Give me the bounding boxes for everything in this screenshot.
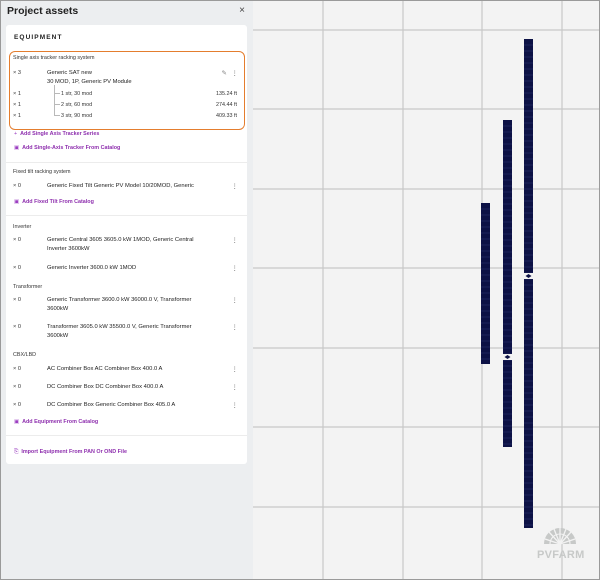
fixed-tilt-item[interactable]: Generic Fixed Tilt Generic PV Model 10/2… xyxy=(47,182,194,191)
sat-row-length: 135.24 ft xyxy=(216,91,237,97)
app-window: Project assets × EQUIPMENT Single axis t… xyxy=(0,0,600,580)
tracker-row[interactable] xyxy=(481,203,490,364)
inverter-name: Generic Central 3605 3605.0 kW 1MOD, Gen… xyxy=(47,237,194,243)
sat-row-label: 2 str, 60 mod xyxy=(61,102,93,108)
tracker-row[interactable] xyxy=(502,120,513,447)
inverter-item[interactable]: Generic Central 3605 3605.0 kW 1MOD, Gen… xyxy=(47,236,194,254)
add-fixed-tilt-from-catalog-link[interactable]: ▣ Add Fixed Tilt From Catalog xyxy=(14,199,94,205)
transformer-item[interactable]: Transformer 3605.0 kW 35500.0 V, Generic… xyxy=(47,323,192,341)
kebab-menu-icon[interactable]: ⋮ xyxy=(232,365,239,373)
layout-map-canvas[interactable]: PVFARM xyxy=(253,1,599,579)
sun-logo-icon xyxy=(544,528,576,545)
tree-connector xyxy=(54,105,60,116)
close-panel-button[interactable]: × xyxy=(239,5,245,16)
import-file-icon: ⎘ xyxy=(14,449,19,455)
add-fixed-tilt-label: Add Fixed Tilt From Catalog xyxy=(22,199,94,205)
add-sat-series-link[interactable]: + Add Single Axis Tracker Series xyxy=(14,131,99,137)
inverter-item[interactable]: Generic Inverter 3600.0 kW 1MOD xyxy=(47,264,136,273)
cbx-item[interactable]: DC Combiner Box DC Combiner Box 400.0 A xyxy=(47,383,163,392)
sat-highlight-box xyxy=(9,51,245,130)
add-sat-catalog-label: Add Single-Axis Tracker From Catalog xyxy=(22,145,121,151)
tracker-row[interactable] xyxy=(523,39,534,528)
kebab-menu-icon[interactable]: ⋮ xyxy=(232,401,239,409)
fixed-tilt-qty: × 0 xyxy=(13,183,21,189)
cbx-item[interactable]: DC Combiner Box Generic Combiner Box 405… xyxy=(47,401,175,410)
map-grid xyxy=(253,1,599,579)
inverter-qty: × 0 xyxy=(13,265,21,271)
transformer-qty: × 0 xyxy=(13,297,21,303)
add-equipment-from-catalog-link[interactable]: ▣ Add Equipment From Catalog xyxy=(14,419,98,425)
sat-row-qty: × 1 xyxy=(13,102,21,108)
kebab-menu-icon[interactable]: ⋮ xyxy=(232,264,239,272)
sat-row-label: 1 str, 30 mod xyxy=(61,91,93,97)
kebab-menu-icon[interactable]: ⋮ xyxy=(232,69,239,77)
kebab-menu-icon[interactable]: ⋮ xyxy=(232,323,239,331)
catalog-icon: ▣ xyxy=(14,419,20,425)
fixed-tilt-section-title: Fixed tilt racking system xyxy=(13,169,71,175)
project-assets-panel: Project assets × EQUIPMENT Single axis t… xyxy=(1,1,253,579)
pencil-icon[interactable]: ✎ xyxy=(222,69,227,77)
tree-connector xyxy=(54,85,60,94)
cbx-section-title: CBX/LBD xyxy=(13,352,37,358)
cbx-qty: × 0 xyxy=(13,384,21,390)
section-divider xyxy=(6,435,247,436)
inverter-name-cont: Inverter 3600kW xyxy=(47,245,90,252)
panel-header: Project assets × xyxy=(1,1,253,25)
sat-section-title: Single axis tracker racking system xyxy=(13,55,95,61)
map-svg xyxy=(253,1,599,579)
pvfarm-logo-text: PVFARM xyxy=(537,549,585,561)
catalog-icon: ▣ xyxy=(14,199,20,205)
kebab-menu-icon[interactable]: ⋮ xyxy=(232,236,239,244)
kebab-menu-icon[interactable]: ⋮ xyxy=(232,383,239,391)
equipment-heading: EQUIPMENT xyxy=(14,34,63,41)
import-pan-ond-link[interactable]: ⎘ Import Equipment From PAN Or OND File xyxy=(14,449,127,456)
add-sat-from-catalog-link[interactable]: ▣ Add Single-Axis Tracker From Catalog xyxy=(14,145,120,151)
sat-row-length: 409.33 ft xyxy=(216,113,237,119)
cbx-qty: × 0 xyxy=(13,402,21,408)
sat-qty: × 3 xyxy=(13,70,21,76)
transformer-section-title: Transformer xyxy=(13,284,43,290)
plus-icon: + xyxy=(14,131,18,137)
sat-name: Generic SAT new xyxy=(47,70,92,76)
inverter-qty: × 0 xyxy=(13,237,21,243)
section-divider xyxy=(6,215,247,216)
transformer-item[interactable]: Generic Transformer 3600.0 kW 36000.0 V,… xyxy=(47,296,191,314)
catalog-icon: ▣ xyxy=(14,145,20,151)
add-equipment-label: Add Equipment From Catalog xyxy=(22,419,99,425)
section-divider xyxy=(6,162,247,163)
transformer-name: Generic Transformer 3600.0 kW 36000.0 V,… xyxy=(47,297,192,303)
import-label: Import Equipment From PAN Or OND File xyxy=(21,449,127,455)
sat-row-qty: × 1 xyxy=(13,91,21,97)
sat-row-label: 3 str, 90 mod xyxy=(61,113,93,119)
tracker-rows xyxy=(481,39,534,528)
kebab-menu-icon[interactable]: ⋮ xyxy=(232,182,239,190)
tree-connector xyxy=(54,94,60,105)
cbx-item[interactable]: AC Combiner Box AC Combiner Box 400.0 A xyxy=(47,365,162,374)
kebab-menu-icon[interactable]: ⋮ xyxy=(232,296,239,304)
equipment-card: EQUIPMENT Single axis tracker racking sy… xyxy=(6,25,247,464)
panel-title: Project assets xyxy=(7,5,79,17)
transformer-name-cont: 3600kW xyxy=(47,332,69,339)
transformer-qty: × 0 xyxy=(13,324,21,330)
inverter-section-title: Inverter xyxy=(13,224,32,230)
add-sat-series-label: Add Single Axis Tracker Series xyxy=(20,131,100,137)
cbx-qty: × 0 xyxy=(13,366,21,372)
transformer-name-cont: 3600kW xyxy=(47,305,69,312)
sat-row-qty: × 1 xyxy=(13,113,21,119)
sat-row-length: 274.44 ft xyxy=(216,102,237,108)
pvfarm-logo: PVFARM xyxy=(537,516,585,561)
transformer-name: Transformer 3605.0 kW 35500.0 V, Generic… xyxy=(47,324,192,330)
